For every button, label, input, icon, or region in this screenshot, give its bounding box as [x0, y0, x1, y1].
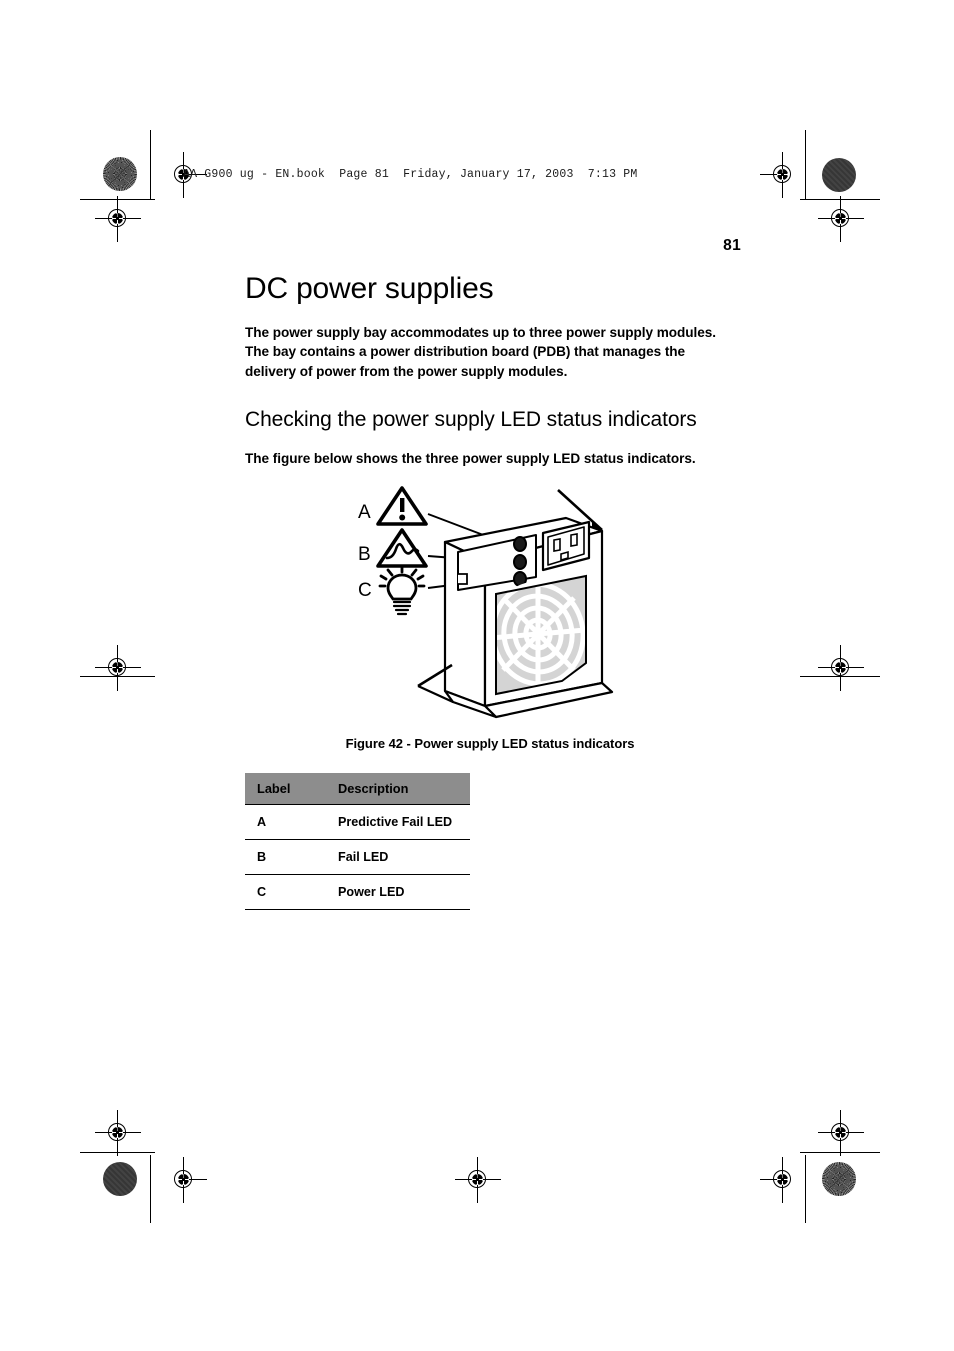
lightbulb-icon: [378, 564, 426, 616]
trim-line-top-left-vertical: [150, 130, 152, 200]
section-heading: Checking the power supply LED status ind…: [245, 407, 697, 431]
page-number: 81: [723, 237, 741, 254]
page-title: DC power supplies: [245, 272, 494, 305]
led-fail: [513, 554, 527, 570]
led-label-table: Label Description A Predictive Fail LED …: [245, 773, 470, 910]
registration-mark-top-right-outer: [818, 196, 864, 242]
trim-line-lower-left-horizontal: [80, 1152, 155, 1154]
halftone-dot-top-left: [103, 157, 137, 191]
registration-mark-bottom-left-outer: [95, 1110, 141, 1156]
trim-line-bottom-left-vertical: [150, 1155, 152, 1223]
registration-mark-bottom-right-outer: [818, 1110, 864, 1156]
registration-mark-bottom-center: [455, 1157, 501, 1203]
intro-paragraph: The power supply bay accommodates up to …: [245, 325, 717, 379]
bezel-notch: [458, 573, 468, 585]
table-row: B Fail LED: [245, 839, 470, 875]
figure-caption: Figure 42 - Power supply LED status indi…: [345, 736, 635, 751]
power-supply-illustration: A B C: [358, 486, 614, 719]
table-row: A Predictive Fail LED: [245, 804, 470, 840]
table-header-description: Description: [319, 773, 470, 805]
table-header-label: Label: [245, 773, 319, 805]
power-supply-module: [417, 489, 614, 719]
fail-triangle-icon: [376, 528, 428, 568]
registration-mark-top-left-outer: [95, 196, 141, 242]
table-header-row: Label Description: [245, 773, 470, 805]
registration-mark-top-right-inner: [760, 152, 806, 198]
callout-label-b: B: [358, 544, 371, 565]
table-row: C Power LED: [245, 874, 470, 910]
section-paragraph: The figure below shows the three power s…: [245, 451, 696, 467]
registration-mark-bottom-right-inner: [760, 1157, 806, 1203]
registration-mark-bottom-left-inner: [161, 1157, 207, 1203]
callout-label-c: C: [358, 580, 372, 601]
registration-mark-mid-left: [95, 645, 141, 691]
print-header-text: AA G900 ug - EN.book Page 81 Friday, Jan…: [183, 168, 638, 181]
halftone-dot-top-right: [822, 158, 856, 192]
table-cell-label: A: [245, 804, 319, 840]
page-content: DC power supplies The power supply bay a…: [245, 272, 735, 468]
table-cell-description: Fail LED: [319, 839, 470, 875]
figure-42: A B C Figure 42 - Power supply LED statu…: [245, 478, 735, 778]
table-cell-description: Power LED: [319, 874, 470, 910]
table-cell-description: Predictive Fail LED: [319, 804, 470, 840]
table-cell-label: C: [245, 874, 319, 910]
warning-triangle-icon: [376, 486, 428, 526]
halftone-dot-bottom-right: [822, 1162, 856, 1196]
trim-line-lower-right-horizontal: [800, 1152, 880, 1154]
table-cell-label: B: [245, 839, 319, 875]
callout-label-a: A: [358, 502, 371, 523]
halftone-dot-bottom-left: [103, 1162, 137, 1196]
led-predictive-fail: [513, 536, 527, 552]
registration-mark-mid-right: [818, 645, 864, 691]
